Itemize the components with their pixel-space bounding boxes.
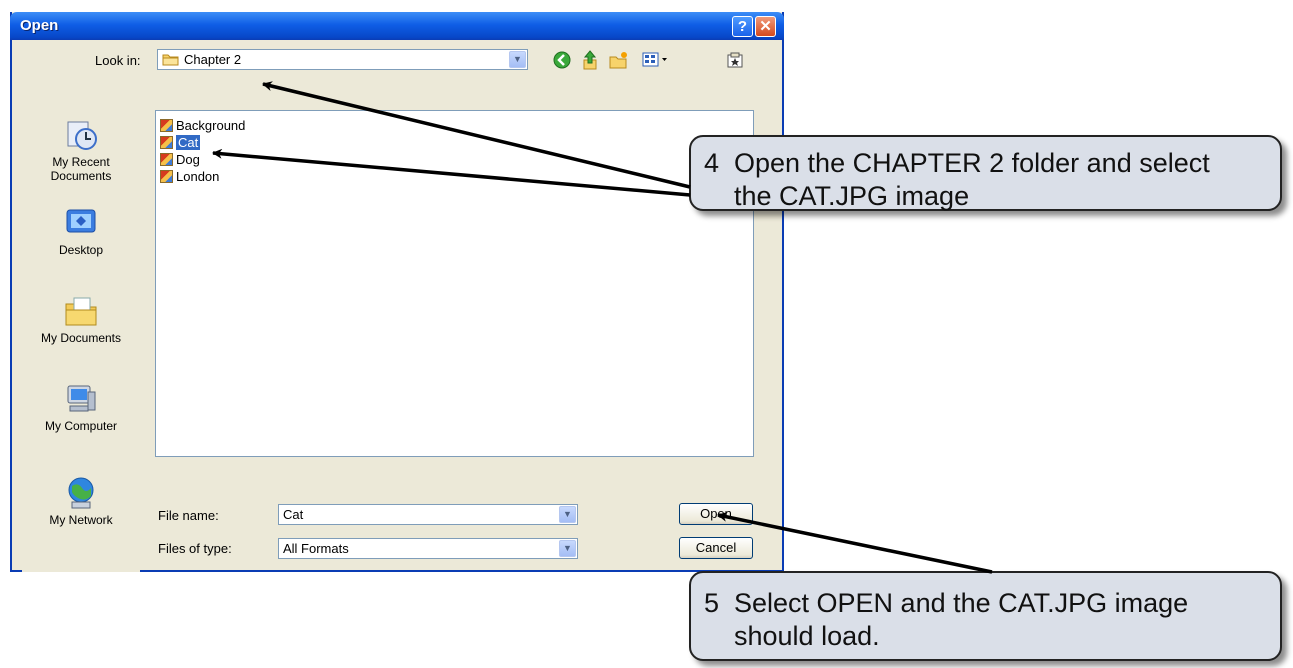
- arrow-to-cat: [212, 148, 691, 197]
- arrow-to-lookin: [262, 81, 691, 189]
- arrow-to-open: [717, 511, 993, 574]
- annotation-arrows: [212, 81, 993, 574]
